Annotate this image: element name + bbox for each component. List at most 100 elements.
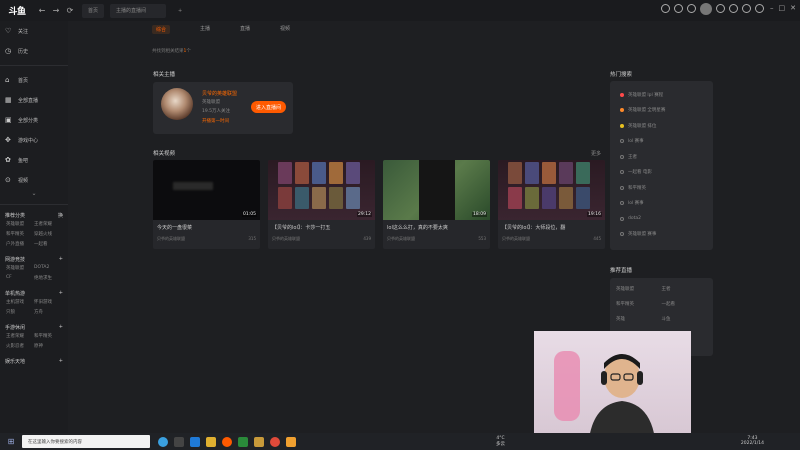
download-icon[interactable]: [687, 4, 696, 13]
cortana-icon[interactable]: [158, 436, 168, 447]
follow-notify-link[interactable]: 开播第一时间: [202, 118, 229, 124]
category-link[interactable]: 只狼: [6, 309, 34, 315]
back-icon[interactable]: ←: [36, 5, 48, 17]
category-link[interactable]: 火影忍者: [6, 343, 34, 349]
hot-search-item[interactable]: 英雄联盟 排位: [610, 118, 713, 134]
recommend-link[interactable]: 英雄: [616, 316, 662, 322]
task-view-icon[interactable]: [174, 436, 184, 447]
hot-search-item[interactable]: 英雄联盟 lpl 赛程: [610, 87, 713, 103]
refresh-group-button[interactable]: 换: [58, 212, 63, 219]
sidebar-item-video[interactable]: ⊙ 视频: [0, 170, 68, 190]
hot-search-item[interactable]: dota2: [610, 211, 713, 227]
hot-search-item[interactable]: lol 赛事: [610, 134, 713, 150]
active-app-icon[interactable]: [286, 436, 296, 447]
anchor-name[interactable]: 贝爷的英雄联盟: [202, 90, 237, 97]
weather-widget[interactable]: 4°C 多云: [496, 436, 505, 448]
recommend-link[interactable]: 一起看: [662, 301, 708, 307]
sidebar-item-home[interactable]: ⌂ 首页: [0, 70, 68, 90]
wechat-icon[interactable]: [238, 436, 248, 447]
lol-icon[interactable]: [254, 436, 264, 447]
tab-home[interactable]: 首页: [82, 3, 105, 18]
add-group-button[interactable]: +: [59, 290, 63, 296]
douyu-logo[interactable]: 斗鱼: [0, 0, 34, 21]
category-link[interactable]: 和平精英: [34, 333, 62, 339]
tab-all[interactable]: 综合: [152, 25, 171, 34]
new-tab-button[interactable]: +: [172, 4, 192, 18]
anchor-card[interactable]: 贝爷的英雄联盟 英雄联盟 19.5万人关注 开播第一时间 进入直播间: [153, 82, 293, 134]
task-icon[interactable]: [729, 4, 738, 13]
settings-icon[interactable]: [755, 4, 764, 13]
sidebar-item-category[interactable]: ▣ 全部分类: [0, 110, 68, 130]
add-group-button[interactable]: +: [59, 358, 63, 364]
app-icon[interactable]: [270, 436, 280, 447]
sidebar-item-fishbar[interactable]: ✿ 鱼吧: [0, 150, 68, 170]
category-link[interactable]: 王者荣耀: [34, 221, 62, 227]
add-group-button[interactable]: +: [59, 324, 63, 330]
hot-search-item[interactable]: 王者: [610, 149, 713, 165]
refresh-icon[interactable]: ⟳: [64, 5, 76, 17]
close-icon[interactable]: ✕: [790, 4, 796, 12]
sidebar-item-games[interactable]: ✥ 游戏中心: [0, 130, 68, 150]
hot-search-item[interactable]: 和平精英: [610, 180, 713, 196]
gift-icon[interactable]: [716, 4, 725, 13]
category-link[interactable]: CF: [6, 275, 34, 281]
category-link[interactable]: 一起看: [34, 241, 62, 247]
douyu-icon[interactable]: [222, 436, 232, 447]
anchor-avatar[interactable]: [161, 88, 193, 120]
sidebar-item-follow[interactable]: ♡ 关注: [0, 21, 68, 41]
skin-icon[interactable]: [742, 4, 751, 13]
video-card[interactable]: 01:05 今天的一盘很菜 贝爷的英雄联盟 315: [153, 160, 260, 249]
add-group-button[interactable]: +: [59, 256, 63, 262]
sidebar-item-history[interactable]: ◷ 历史: [0, 41, 68, 61]
recommend-link[interactable]: 英雄联盟: [616, 286, 662, 292]
category-link[interactable]: 英雄联盟: [6, 221, 34, 227]
tab-live[interactable]: 直播: [240, 25, 250, 34]
tab-room[interactable]: 主播的直播间: [110, 3, 167, 18]
video-title[interactable]: lol这么么打，真的不要太爽: [387, 224, 487, 231]
video-title[interactable]: 【贝爷的lol】：大师段位，翻: [502, 224, 602, 231]
video-thumbnail[interactable]: 18:09: [383, 160, 490, 220]
more-link[interactable]: 更多: [591, 150, 601, 157]
folder-icon[interactable]: [206, 436, 216, 447]
forward-icon[interactable]: →: [50, 5, 62, 17]
maximize-icon[interactable]: □: [779, 4, 786, 12]
sidebar-item-live[interactable]: ▦ 全部直播: [0, 90, 68, 110]
tab-anchor[interactable]: 主播: [200, 25, 210, 34]
enter-room-button[interactable]: 进入直播间: [251, 101, 286, 113]
hot-search-item[interactable]: 英雄联盟 全明星赛: [610, 103, 713, 119]
video-card[interactable]: 18:09 lol这么么打，真的不要太爽 贝爷的英雄联盟 553: [383, 160, 490, 249]
video-thumbnail[interactable]: 01:05: [153, 160, 260, 220]
edge-icon[interactable]: [190, 436, 200, 447]
category-link[interactable]: 方舟: [34, 309, 62, 315]
category-link[interactable]: 户外直播: [6, 241, 34, 247]
category-link[interactable]: 主机游戏: [6, 299, 34, 305]
category-link[interactable]: 王者荣耀: [6, 333, 34, 339]
video-title[interactable]: 今天的一盘很菜: [157, 224, 257, 231]
hot-search-item[interactable]: 英雄联盟 赛事: [610, 227, 713, 243]
video-thumbnail[interactable]: 29:12: [268, 160, 375, 220]
system-clock[interactable]: 7:43 2022/1/14: [741, 436, 764, 446]
recommend-link[interactable]: 和平精英: [616, 301, 662, 307]
category-link[interactable]: 绝地求生: [34, 275, 62, 281]
category-link[interactable]: 怀旧游戏: [34, 299, 62, 305]
taskbar-search-box[interactable]: 在这里输入你要搜索的内容: [22, 435, 150, 448]
message-icon[interactable]: [674, 4, 683, 13]
recommend-link[interactable]: 王者: [662, 286, 708, 292]
hot-search-item[interactable]: 一起看 电影: [610, 165, 713, 181]
recommend-link[interactable]: 斗鱼: [662, 316, 708, 322]
chevron-down-icon[interactable]: ⌄: [0, 190, 68, 200]
video-card[interactable]: 19:16 【贝爷的lol】：大师段位，翻 贝爷的英雄联盟 445: [498, 160, 605, 249]
history-icon[interactable]: [661, 4, 670, 13]
minimize-icon[interactable]: –: [770, 4, 774, 12]
hot-search-item[interactable]: lol 赛事: [610, 196, 713, 212]
category-link[interactable]: 穿越火线: [34, 231, 62, 237]
category-link[interactable]: 和平精英: [6, 231, 34, 237]
category-link[interactable]: 英雄联盟: [6, 265, 34, 271]
video-thumbnail[interactable]: 19:16: [498, 160, 605, 220]
category-link[interactable]: 原神: [34, 343, 62, 349]
video-card[interactable]: 29:12 【贝爷的lol】：卡莎一打五 贝爷的英雄联盟 439: [268, 160, 375, 249]
windows-start-icon[interactable]: ⊞: [0, 437, 22, 446]
category-link[interactable]: DOTA2: [34, 265, 62, 271]
video-title[interactable]: 【贝爷的lol】：卡莎一打五: [272, 224, 372, 231]
user-avatar[interactable]: [700, 3, 712, 15]
